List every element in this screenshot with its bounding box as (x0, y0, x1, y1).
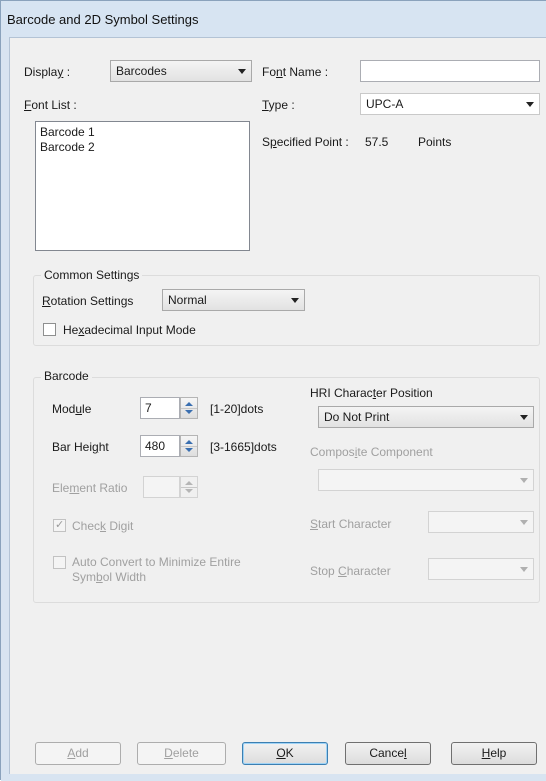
bar-height-spinner[interactable] (180, 435, 198, 457)
arrow-up-icon (185, 402, 193, 406)
type-label: Type : (262, 98, 295, 112)
bar-height-input[interactable]: 480 (140, 435, 180, 457)
module-spinner[interactable] (180, 397, 198, 419)
arrow-down-icon (185, 448, 193, 452)
dialog-client-area: Display : Barcodes Font List : Barcode 1… (9, 37, 546, 774)
rotation-value: Normal (168, 293, 207, 307)
auto-convert-label: Auto Convert to Minimize Entire (72, 555, 241, 569)
chevron-down-icon (520, 478, 528, 483)
chevron-down-icon (238, 69, 246, 74)
type-dropdown[interactable]: UPC-A (360, 93, 540, 115)
chevron-down-icon (520, 567, 528, 572)
type-value: UPC-A (366, 97, 404, 111)
bar-height-range: [3-1665]dots (210, 440, 277, 454)
module-label: Module (52, 402, 92, 416)
common-settings-caption: Common Settings (41, 268, 143, 282)
list-item[interactable]: Barcode 2 (40, 140, 245, 155)
module-range: [1-20]dots (210, 402, 264, 416)
display-value: Barcodes (116, 64, 167, 78)
help-button[interactable]: Help (451, 742, 537, 765)
font-name-input[interactable] (360, 60, 540, 82)
hri-position-label: HRI Character Position (310, 386, 433, 400)
hex-input-checkbox[interactable] (43, 323, 56, 336)
chevron-down-icon (526, 102, 534, 107)
font-listbox[interactable]: Barcode 1 Barcode 2 (35, 121, 250, 251)
start-character-label: Start Character (310, 517, 392, 531)
element-ratio-spinner[interactable] (180, 476, 198, 498)
arrow-up-icon (185, 440, 193, 444)
delete-button[interactable]: Delete (137, 742, 226, 765)
check-digit-label: Check Digit (72, 519, 134, 533)
element-ratio-input[interactable] (143, 476, 180, 498)
specified-point-unit: Points (418, 135, 452, 149)
add-button[interactable]: Add (35, 742, 121, 765)
rotation-settings-label: Rotation Settings (42, 294, 134, 308)
start-character-dropdown[interactable] (428, 511, 534, 533)
chevron-down-icon (520, 520, 528, 525)
hri-position-value: Do Not Print (324, 410, 390, 424)
title-bar[interactable]: Barcode and 2D Symbol Settings (1, 1, 546, 37)
hri-position-dropdown[interactable]: Do Not Print (318, 406, 534, 428)
checkmark-icon: ✓ (55, 519, 65, 531)
specified-point-label: Specified Point : (262, 135, 349, 149)
font-name-label: Font Name : (262, 65, 329, 79)
font-list-label: Font List : (24, 98, 77, 112)
chevron-down-icon (520, 415, 528, 420)
display-label: Display : (24, 65, 71, 79)
element-ratio-label: Element Ratio (52, 481, 128, 495)
arrow-up-icon (185, 481, 193, 485)
bar-height-label: Bar Height (52, 440, 109, 454)
auto-convert-label-line2: Symbol Width (72, 570, 147, 584)
rotation-dropdown[interactable]: Normal (162, 289, 305, 311)
display-dropdown[interactable]: Barcodes (110, 60, 252, 82)
stop-character-label: Stop Character (310, 564, 391, 578)
ok-button[interactable]: OK (242, 742, 328, 765)
module-input[interactable]: 7 (140, 397, 180, 419)
auto-convert-checkbox[interactable] (53, 556, 66, 569)
composite-component-dropdown[interactable] (318, 469, 534, 491)
check-digit-checkbox[interactable]: ✓ (53, 519, 66, 532)
barcode-caption: Barcode (41, 369, 92, 383)
dialog-window: Barcode and 2D Symbol Settings Display :… (0, 0, 546, 781)
cancel-button[interactable]: Cancel (345, 742, 431, 765)
window-title: Barcode and 2D Symbol Settings (7, 12, 199, 27)
specified-point-value: 57.5 (365, 135, 389, 149)
stop-character-dropdown[interactable] (428, 558, 534, 580)
composite-component-label: Composite Component (310, 445, 433, 459)
chevron-down-icon (291, 298, 299, 303)
list-item[interactable]: Barcode 1 (40, 125, 245, 140)
arrow-down-icon (185, 410, 193, 414)
hex-input-label: Hexadecimal Input Mode (63, 323, 196, 337)
window-left-frame (1, 37, 9, 781)
arrow-down-icon (185, 489, 193, 493)
